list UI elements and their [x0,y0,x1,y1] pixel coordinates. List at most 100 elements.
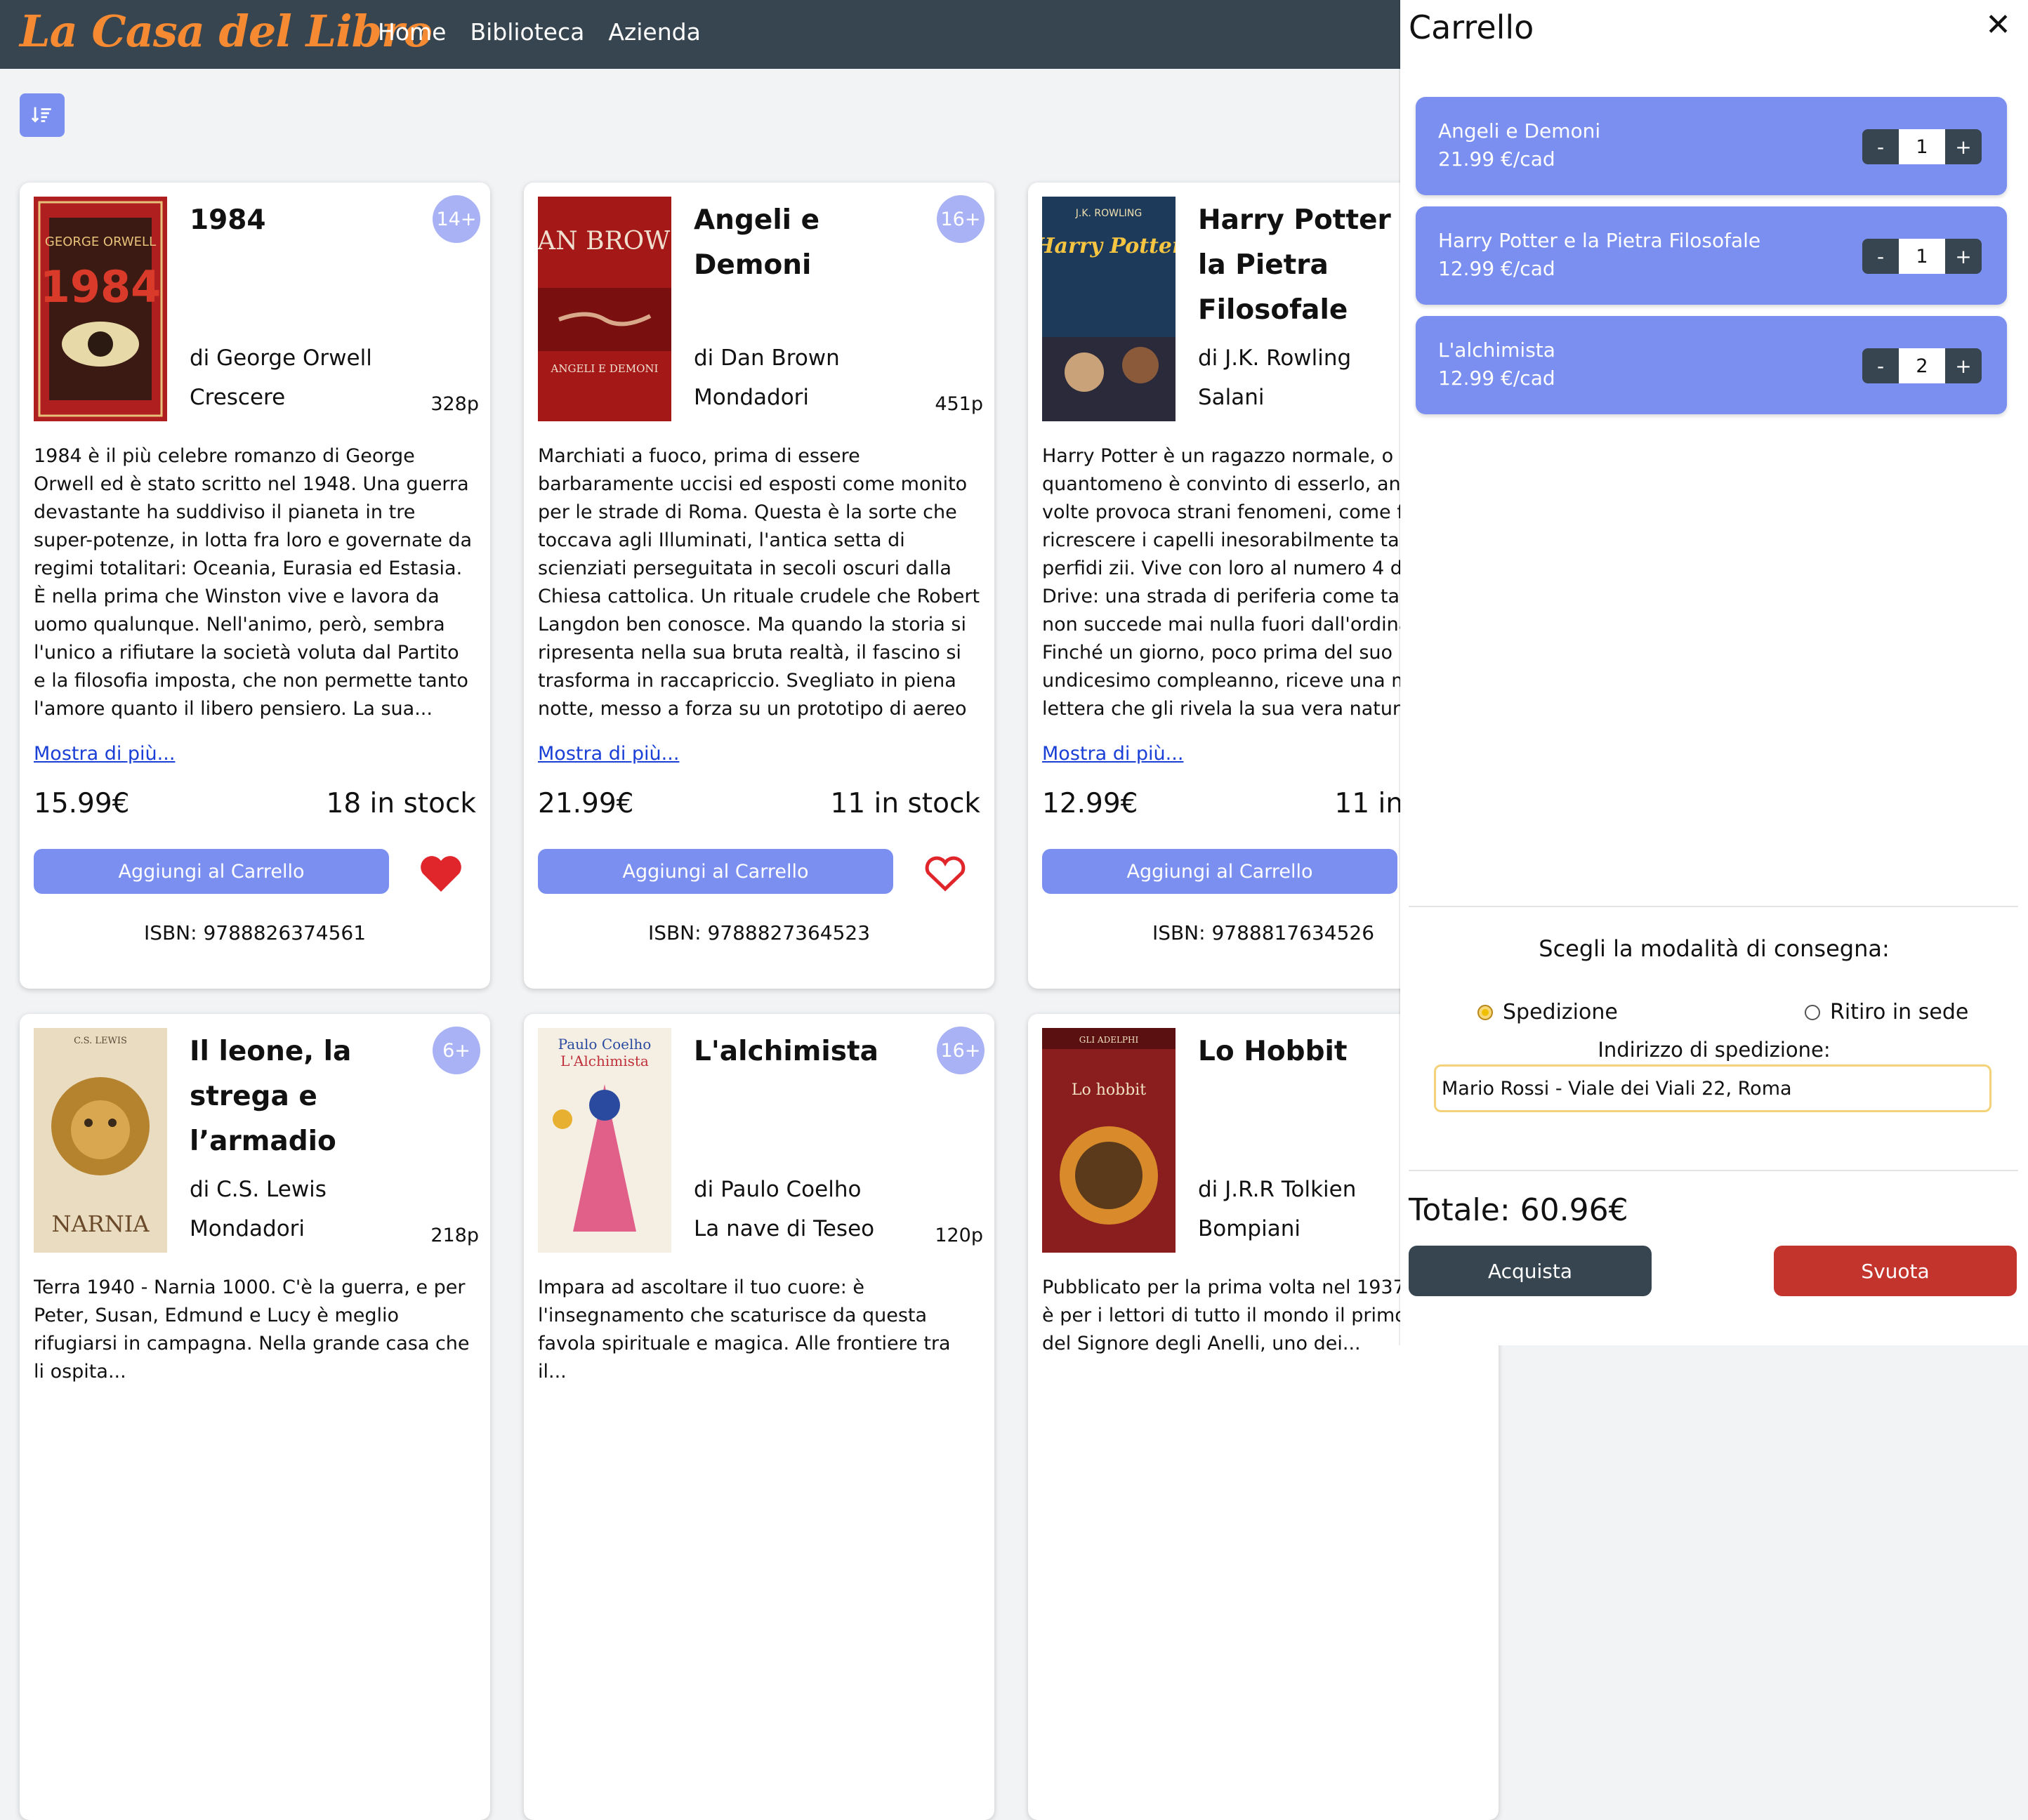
increase-quantity-button[interactable]: + [1945,129,1982,164]
nav-links: Home Biblioteca Azienda [378,18,701,46]
book-author: di J.K. Rowling [1198,345,1352,371]
cart-item: L'alchimista 12.99 €/cad - 2 + [1416,316,2007,414]
book-stock: 11 in stock [830,788,980,819]
book-publisher: La nave di Teseo [694,1216,875,1241]
address-field[interactable] [1434,1064,1991,1112]
cover-author-text: GEORGE ORWELL [45,235,156,249]
book-publisher: Crescere [190,385,286,410]
add-to-cart-button[interactable]: Aggiungi al Carrello [34,849,389,894]
age-badge: 16+ [937,195,985,243]
book-cover-image[interactable]: J.K. ROWLING Harry Potter [1042,197,1176,421]
book-title: Il leone, la strega e l’armadio [190,1036,352,1157]
add-to-cart-button[interactable]: Aggiungi al Carrello [538,849,893,894]
show-more-link[interactable]: Mostra di più... [538,743,679,765]
delivery-title: Scegli la modalità di consegna: [1539,935,1890,962]
age-badge: 14+ [433,195,480,243]
age-badge: 6+ [433,1027,480,1074]
cart-item-price: 21.99 €/cad [1438,147,1555,171]
cover-author-text: J.K. ROWLING [1075,208,1143,219]
empty-cart-button[interactable]: Svuota [1774,1246,2017,1296]
nav-link-azienda[interactable]: Azienda [608,18,700,46]
book-title: L'alchimista [694,1036,878,1067]
nav-link-biblioteca[interactable]: Biblioteca [470,18,584,46]
quantity-value[interactable]: 1 [1899,129,1945,164]
site-logo[interactable]: La Casa del Libro [20,6,433,57]
divider [1409,1170,2018,1171]
cart-item-name: Angeli e Demoni [1438,119,1601,143]
radio-option-pickup[interactable]: Ritiro in sede [1805,1000,1968,1024]
book-description: Impara ad ascoltare il tuo cuore: è l'in… [538,1277,951,1383]
increase-quantity-button[interactable]: + [1945,348,1982,383]
buy-button[interactable]: Acquista [1409,1246,1652,1296]
book-publisher: Bompiani [1198,1216,1301,1241]
book-cover-image[interactable]: C.S. LEWIS NARNIA [34,1028,167,1253]
sort-button[interactable] [20,93,65,137]
book-card: Paulo Coelho L'Alchimista L'alchimista 1… [524,1014,994,1820]
quantity-value[interactable]: 1 [1899,239,1945,274]
book-author: di C.S. Lewis [190,1177,327,1202]
book-publisher: Mondadori [190,1216,305,1241]
cover-title-text: ANGELI E DEMONI [551,362,659,375]
radio-option-shipping[interactable]: Spedizione [1477,1000,1618,1024]
cart-item-name: Harry Potter e la Pietra Filosofale [1438,229,1761,252]
cart-item: Angeli e Demoni 21.99 €/cad - 1 + [1416,97,2007,195]
book-pages: 120p [935,1225,983,1246]
book-card: DAN BROWN ANGELI E DEMONI Angeli e Demon… [524,183,994,989]
book-isbn: ISBN: 9788826374561 [143,921,367,944]
sort-icon [31,107,51,123]
book-publisher: Mondadori [694,385,810,410]
book-price: 12.99€ [1042,788,1138,819]
cart-item-name: L'alchimista [1438,338,1555,362]
increase-quantity-button[interactable]: + [1945,239,1982,274]
book-title: Angeli e Demoni [694,204,820,281]
book-publisher: Salani [1198,385,1265,410]
cart-total: Totale: 60.96€ [1409,1192,1628,1228]
radio-label-pickup: Ritiro in sede [1830,1000,1969,1024]
radio-checked-icon[interactable] [1477,1004,1493,1020]
heart-outline-icon[interactable] [923,854,968,893]
book-isbn: ISBN: 9788827364523 [647,921,871,944]
book-title: 1984 [190,204,266,236]
decrease-quantity-button[interactable]: - [1862,348,1899,383]
book-price: 21.99€ [538,788,634,819]
heart-filled-icon[interactable] [419,854,463,893]
book-author: di George Orwell [190,345,372,371]
address-label: Indirizzo di spedizione: [1598,1038,1831,1062]
book-cover-image[interactable]: GEORGE ORWELL 1984 [34,197,167,421]
book-cover-image[interactable]: GLI ADELPHI Lo hobbit [1042,1028,1176,1253]
book-stock: 18 in stock [326,788,476,819]
show-more-link[interactable]: Mostra di più... [34,743,175,765]
cover-author-text: C.S. LEWIS [74,1036,127,1046]
cart-item-price: 12.99 €/cad [1438,257,1555,280]
book-card: C.S. LEWIS NARNIA Il leone, la strega e … [20,1014,490,1820]
book-card: GEORGE ORWELL 1984 1984 14+ di George Or… [20,183,490,989]
book-author: di J.R.R Tolkien [1198,1177,1357,1202]
decrease-quantity-button[interactable]: - [1862,129,1899,164]
cover-title-text: 1984 [40,261,162,312]
book-cover-image[interactable]: DAN BROWN ANGELI E DEMONI [538,197,671,421]
age-badge: 16+ [937,1027,985,1074]
cart-title: Carrello [1409,8,1534,46]
book-description: 1984 è il più celebre romanzo di George … [34,445,473,720]
decrease-quantity-button[interactable]: - [1862,239,1899,274]
book-author: di Paulo Coelho [694,1177,862,1202]
quantity-stepper: - 1 + [1862,129,1982,164]
quantity-stepper: - 2 + [1862,348,1982,383]
book-description: Terra 1940 - Narnia 1000. C'è la guerra,… [34,1277,470,1383]
cover-author-text: Paulo Coelho [558,1036,652,1053]
radio-unchecked-icon[interactable] [1805,1004,1820,1020]
close-icon[interactable]: ✕ [1985,7,2011,43]
show-more-link[interactable]: Mostra di più... [1042,743,1183,765]
quantity-stepper: - 1 + [1862,239,1982,274]
book-cover-image[interactable]: Paulo Coelho L'Alchimista [538,1028,671,1253]
cover-title-text: L'Alchimista [560,1053,649,1069]
cover-title-text: NARNIA [52,1211,150,1237]
book-pages: 328p [430,393,479,415]
book-price: 15.99€ [34,788,130,819]
book-pages: 218p [430,1225,479,1246]
divider [1409,906,2018,907]
nav-link-home[interactable]: Home [378,18,446,46]
quantity-value[interactable]: 2 [1899,348,1945,383]
book-pages: 451p [935,393,983,415]
add-to-cart-button[interactable]: Aggiungi al Carrello [1042,849,1397,894]
